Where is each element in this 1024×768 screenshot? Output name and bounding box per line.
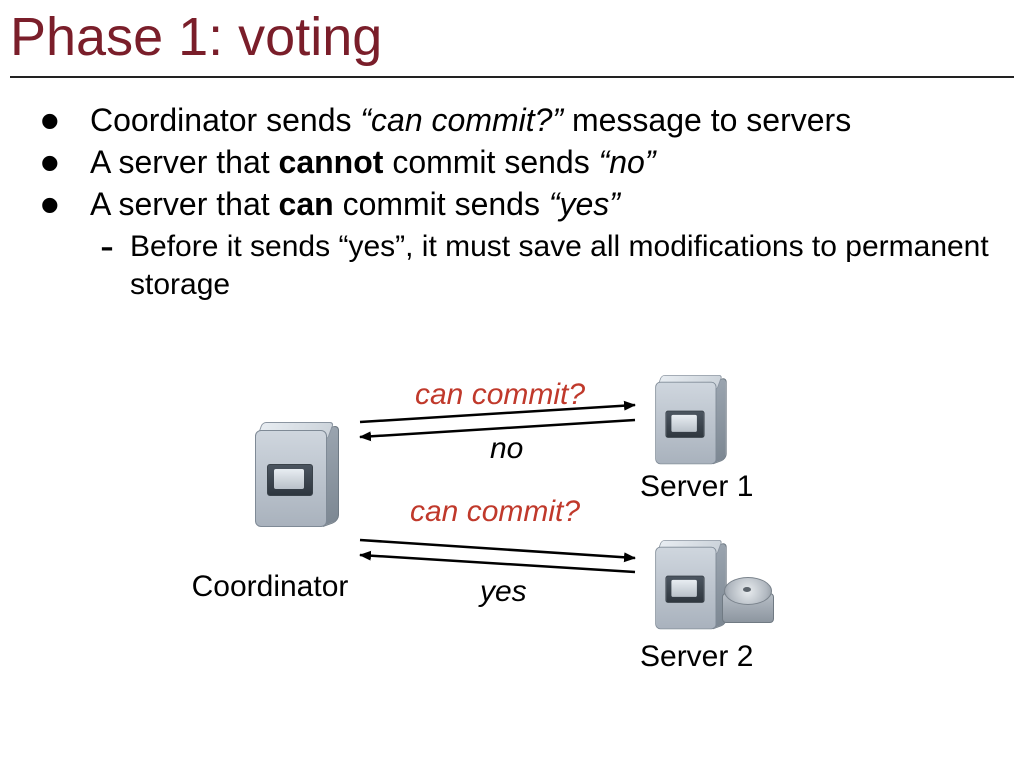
- coordinator-server-icon: [245, 420, 335, 530]
- bullet-list: Coordinator sends “can commit?” message …: [40, 100, 1000, 303]
- server1-icon: [647, 373, 724, 467]
- bullet-2: A server that cannot commit sends “no”: [40, 142, 1000, 182]
- sub-bullet-1: Before it sends “yes”, it must save all …: [40, 228, 1000, 303]
- text: commit sends: [383, 144, 598, 180]
- msg-no: no: [490, 432, 523, 466]
- msg-can-commit-bottom: can commit?: [410, 495, 580, 529]
- text: commit sends: [334, 186, 549, 222]
- title-underline: [10, 76, 1014, 78]
- disk-icon: [720, 575, 776, 623]
- text-italic: “can commit?”: [360, 102, 563, 138]
- bullet-3: A server that can commit sends “yes”: [40, 184, 1000, 224]
- text-bold: cannot: [279, 144, 384, 180]
- text-bold: can: [279, 186, 334, 222]
- server1-label: Server 1: [640, 470, 790, 504]
- text-italic: “no”: [599, 144, 656, 180]
- text-italic: “yes”: [549, 186, 620, 222]
- server2-label: Server 2: [640, 640, 790, 674]
- slide-title: Phase 1: voting: [10, 6, 382, 68]
- server2-icon: [647, 538, 724, 632]
- msg-yes: yes: [480, 575, 527, 609]
- text: A server that: [90, 144, 279, 180]
- text: Coordinator sends: [90, 102, 360, 138]
- slide: Phase 1: voting Coordinator sends “can c…: [0, 0, 1024, 768]
- coordinator-label: Coordinator: [170, 570, 370, 604]
- bullet-1: Coordinator sends “can commit?” message …: [40, 100, 1000, 140]
- text: message to servers: [563, 102, 851, 138]
- diagram: Coordinator Server 1 Server 2: [0, 380, 1024, 768]
- text: A server that: [90, 186, 279, 222]
